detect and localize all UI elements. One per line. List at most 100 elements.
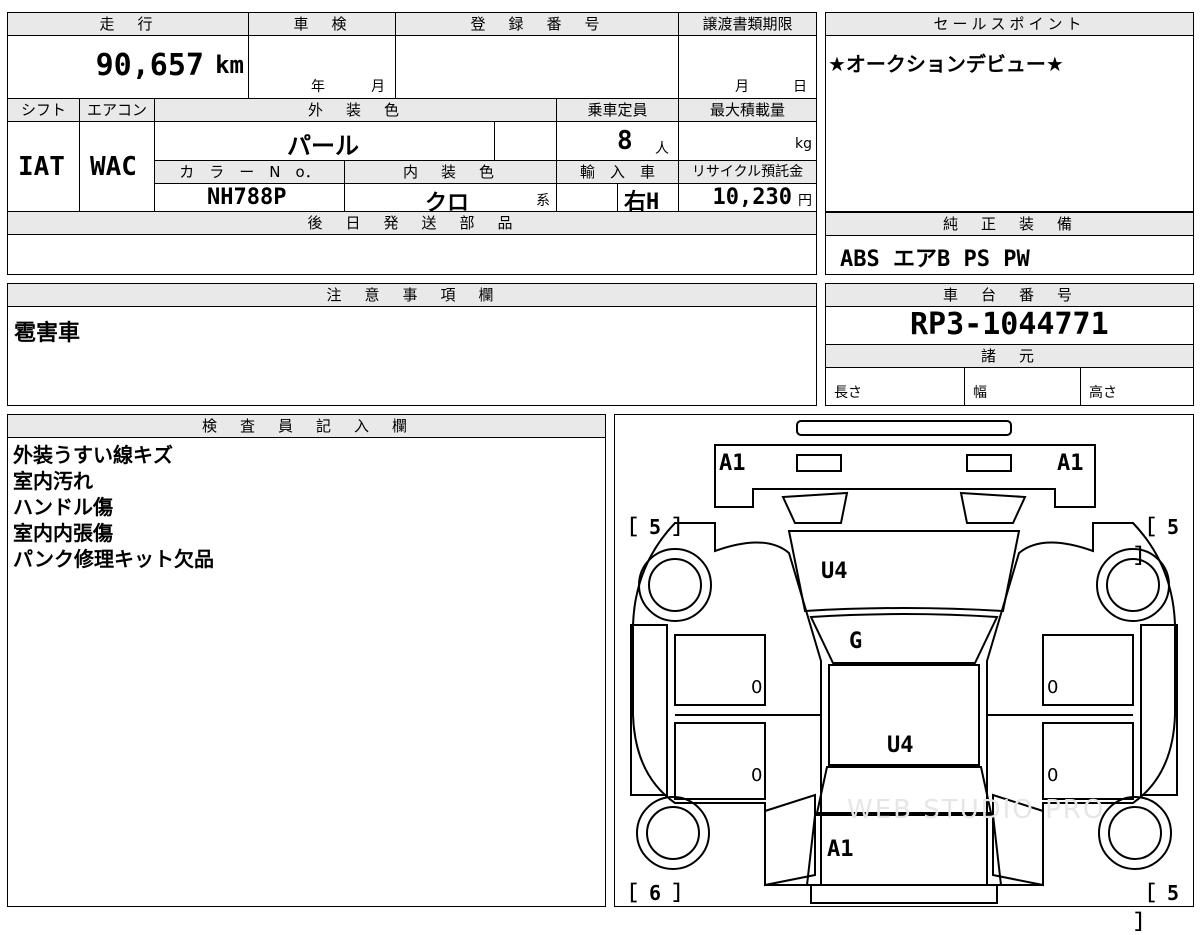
headlight-left (796, 454, 842, 472)
mileage-value: 90,657 (95, 48, 204, 83)
inspector-line: パンク修理キット欠品 (13, 547, 214, 571)
interior-color-cell: クロ 系 (344, 183, 557, 216)
inspection-cell: 年 月 (248, 35, 396, 99)
inspection-year: 年 (311, 79, 325, 95)
import-blank-cell (556, 183, 618, 212)
mileage-cell: 90,657 km (7, 35, 249, 99)
door-front-right-grade: 0 (1047, 677, 1059, 698)
front-left-grade: A1 (719, 451, 746, 476)
recycle-fee-unit: 円 (798, 193, 812, 209)
inspector-line: 室内内張傷 (13, 521, 113, 545)
color-no-header: カ ラ ー N o． (154, 160, 345, 184)
max-load-cell: kg (678, 121, 817, 161)
shift-value: IAT (18, 152, 65, 182)
import-header: 輸 入 車 (556, 160, 679, 184)
chassis-header: 車 台 番 号 (825, 283, 1194, 307)
windshield-grade: G (849, 629, 863, 654)
wheel-rear-right-inner (1108, 806, 1162, 860)
inspector-cell: 外装うすい線キズ 室内汚れ ハンドル傷 室内内張傷 パンク修理キット欠品 (7, 437, 606, 907)
spec-length-label: 長さ (834, 385, 862, 401)
capacity-header: 乗車定員 (556, 98, 679, 122)
inspector-header: 検 査 員 記 入 欄 (7, 414, 606, 438)
chassis-value: RP3-1044771 (910, 307, 1109, 342)
transfer-day: 日 (793, 79, 807, 95)
door-rear-right-grade: 0 (1047, 765, 1059, 786)
rear-bumper (810, 884, 998, 904)
notes-header: 注 意 事 項 欄 (7, 283, 817, 307)
roof-grade: U4 (887, 733, 914, 758)
front-grille-right (959, 491, 1027, 524)
inspector-line: ハンドル傷 (13, 495, 113, 519)
front-right-grade: A1 (1057, 451, 1084, 476)
exterior-color-extra-cell (494, 121, 557, 161)
sales-point-cell: ★オークションデビュー★ (825, 35, 1194, 212)
color-no-value: NH788P (207, 185, 287, 210)
front-bumper-top (796, 420, 1012, 436)
tire-front-left-depth: ［ 5 ］ (617, 515, 694, 539)
rear-quarter-left (764, 793, 816, 887)
left-sill (630, 624, 668, 796)
genuine-equipment-cell: ABS エアB PS PW (825, 235, 1194, 275)
wheel-front-left-inner (648, 558, 702, 612)
door-rear-right (1042, 722, 1134, 800)
right-sill (1140, 624, 1178, 796)
tire-front-right-depth: ［ 5 ］ (1135, 515, 1180, 568)
inspector-lines: 外装うすい線キズ 室内汚れ ハンドル傷 室内内張傷 パンク修理キット欠品 (13, 442, 214, 572)
max-load-header: 最大積載量 (678, 98, 817, 122)
registration-header: 登 録 番 号 (395, 12, 679, 36)
spec-height-cell: 高さ (1080, 367, 1194, 406)
chassis-cell: RP3-1044771 (825, 306, 1194, 345)
aircon-cell: WAC (79, 121, 155, 212)
inspector-line: 室内汚れ (13, 469, 93, 493)
exterior-color-header: 外 装 色 (154, 98, 557, 122)
wheel-rear-left-inner (646, 806, 700, 860)
vehicle-info-table: 走 行 車 検 登 録 番 号 譲渡書類期限 90,657 km 年 月 月 日… (7, 12, 817, 275)
tire-rear-right-depth: ［ 5 ］ (1135, 881, 1180, 934)
watermark: WEB STUDIO PRO (847, 795, 1106, 825)
aircon-header: エアコン (79, 98, 155, 122)
interior-color-suffix: 系 (536, 193, 550, 209)
shift-cell: IAT (7, 121, 80, 212)
spec-width-cell: 幅 (964, 367, 1081, 406)
notes-cell: 雹害車 (7, 306, 817, 406)
front-bumper (714, 444, 1096, 508)
tire-rear-left-depth: ［ 6 ］ (617, 881, 694, 905)
door-rear-left-grade: 0 (751, 765, 763, 786)
later-parts-cell (7, 234, 817, 275)
max-load-unit: kg (795, 136, 812, 152)
exterior-color-value: パール (287, 132, 359, 160)
spec-header: 諸 元 (825, 344, 1194, 368)
sales-point-text: ★オークションデビュー★ (828, 52, 1064, 76)
transfer-deadline-cell: 月 日 (678, 35, 817, 99)
spec-length-cell: 長さ (825, 367, 965, 406)
capacity-cell: 8 人 (556, 121, 679, 161)
capacity-value: 8 (617, 126, 633, 156)
mileage-unit: km (215, 51, 244, 79)
aircon-value: WAC (90, 152, 137, 182)
spec-width-label: 幅 (973, 385, 987, 401)
genuine-equipment-header: 純 正 装 備 (825, 212, 1194, 236)
later-parts-header: 後 日 発 送 部 品 (7, 211, 817, 235)
inspection-month: 月 (371, 79, 385, 95)
transfer-month: 月 (735, 79, 749, 95)
rear-grade: A1 (827, 837, 854, 862)
recycle-fee-value: 10,230 (712, 185, 792, 210)
mileage-header: 走 行 (7, 12, 249, 36)
spec-height-label: 高さ (1089, 385, 1117, 401)
headlight-right (966, 454, 1012, 472)
door-rear-left (674, 722, 766, 800)
inspector-line: 外装うすい線キズ (13, 443, 173, 467)
front-grille-left (781, 491, 849, 524)
steering-cell: 右H (617, 183, 679, 215)
interior-color-header: 内 装 色 (344, 160, 557, 184)
color-no-cell: NH788P (154, 183, 345, 212)
notes-text: 雹害車 (14, 321, 81, 346)
door-front-left-grade: 0 (751, 677, 763, 698)
sales-point-header: セールスポイント (825, 12, 1194, 36)
windshield (809, 613, 999, 664)
registration-cell (395, 35, 679, 99)
capacity-unit: 人 (655, 141, 669, 157)
car-diagram-svg (630, 420, 1178, 904)
inspection-header: 車 検 (248, 12, 396, 36)
genuine-equipment-text: ABS エアB PS PW (840, 247, 1030, 272)
